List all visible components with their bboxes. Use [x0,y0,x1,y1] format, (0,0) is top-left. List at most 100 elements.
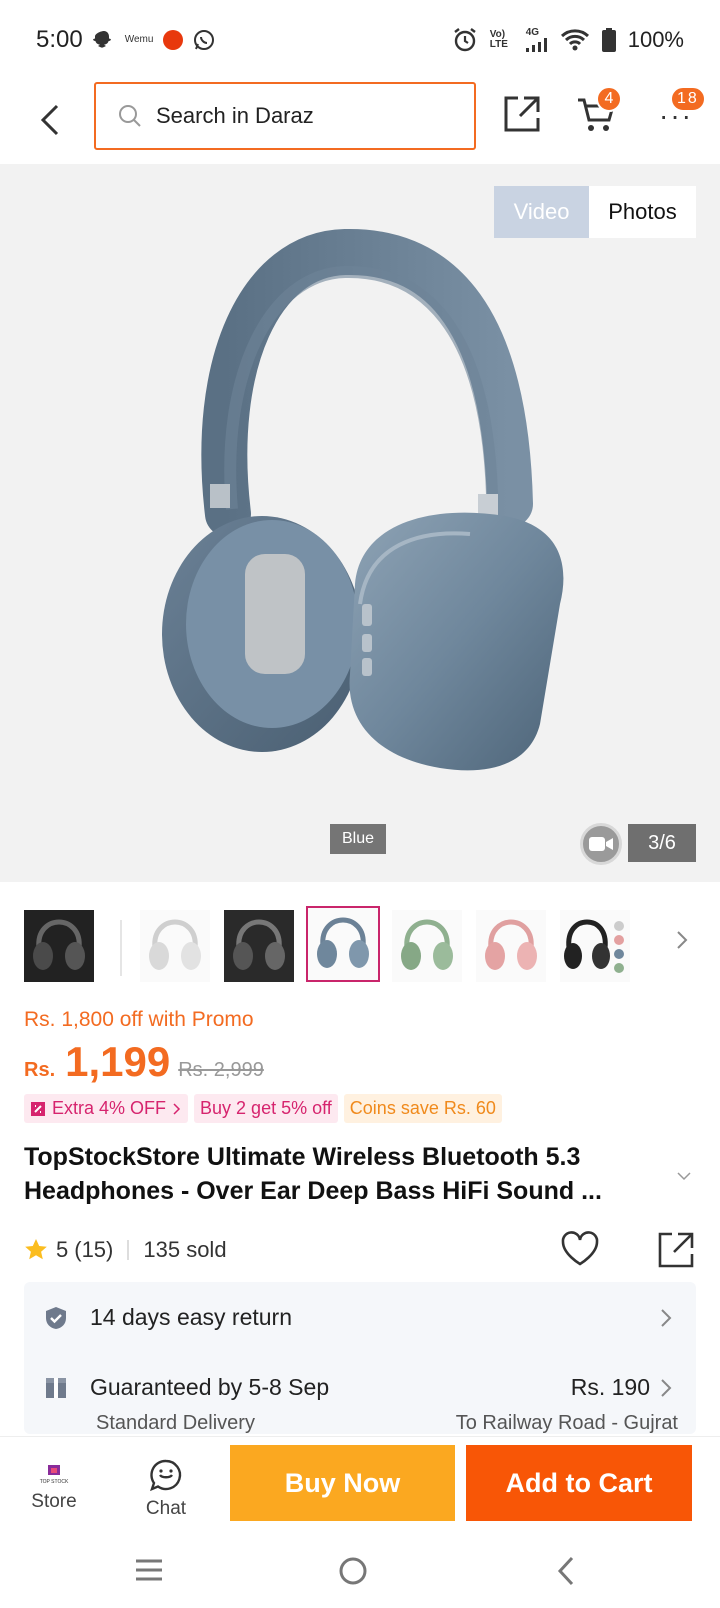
share-button[interactable] [502,94,546,138]
chat-label: Chat [145,1498,187,1519]
price-row: Rs. 1,199 Rs. 2,999 [24,1038,264,1086]
return-policy-row[interactable]: 14 days easy return [24,1304,696,1331]
home-circle-icon [339,1557,367,1585]
tab-photos[interactable]: Photos [589,186,696,238]
delivery-row[interactable]: Guaranteed by 5-8 Sep Rs. 190 [24,1374,696,1401]
delivery-box-icon [46,1377,66,1398]
chat-button[interactable]: Chat [126,1449,206,1529]
menu-icon [136,1559,162,1581]
message-count-badge: 18 [670,86,706,112]
volte-label: Vo) LTE [489,29,508,50]
thumbnails-next-button[interactable] [676,930,696,960]
app-header: Search in Daraz 4 ··· 18 [0,80,720,160]
original-price: Rs. 2,999 [178,1059,264,1081]
signal-icon: 4G [525,28,548,52]
store-button[interactable]: TOP STOCK Store [14,1449,94,1529]
delivery-destination: To Railway Road - Gujrat [455,1412,678,1434]
battery-level: 100% [627,27,684,52]
thumbnail[interactable] [224,910,294,982]
heart-icon [561,1231,599,1266]
color-variant-label: Blue [330,824,387,854]
voucher-icon [31,1101,45,1116]
headphones-thumb-blue [317,917,369,968]
return-label: 14 days easy return [90,1304,293,1330]
headphones-thumb-multi [564,919,624,973]
chip-label: Coins save Rs. 60 [349,1098,496,1118]
recent-apps-button[interactable] [134,1558,164,1587]
thumbnail-strip [0,904,720,988]
recording-icon [163,30,184,50]
bundle-offer-chip[interactable]: Buy 2 get 5% off [194,1094,338,1123]
chip-label: Buy 2 get 5% off [200,1098,332,1118]
chevron-right-icon [677,931,688,949]
share-icon [658,1232,694,1268]
status-bar: 5:00 Wemu Vo) LTE 4G 100% [0,0,720,80]
store-label: Store [31,1491,77,1512]
chevron-right-icon [661,1379,672,1397]
delivery-label: Guaranteed by 5-8 Sep [90,1374,330,1400]
headphones-thumb-silver [149,919,201,970]
thumbnail-divider [120,920,122,976]
shield-check-icon [46,1306,66,1329]
thumbnail-selected[interactable] [306,906,380,982]
battery-icon [601,28,616,52]
rating-value[interactable]: 5 [56,1237,68,1263]
share-icon [504,96,540,132]
wishlist-button[interactable] [560,1230,600,1274]
search-icon [119,105,141,127]
extra-discount-chip[interactable]: Extra 4% OFF [24,1094,189,1123]
chevron-down-icon [677,1172,691,1181]
cart-button[interactable]: 4 [576,86,626,138]
divider [127,1240,130,1260]
whatsapp-icon [194,30,215,50]
thumbnail[interactable] [476,910,546,982]
offer-chips: Extra 4% OFF Buy 2 get 5% off Coins save… [24,1094,502,1123]
store-logo: TOP STOCK [40,1465,68,1485]
snapchat-icon [92,31,111,48]
more-menu-button[interactable]: ··· 18 [656,86,706,138]
thumbnail[interactable] [24,910,94,982]
delivery-price: Rs. 190 [570,1374,650,1400]
back-arrow-icon [557,1556,574,1586]
star-icon [25,1239,47,1260]
promo-text: Rs. 1,800 off with Promo [24,1008,254,1031]
buy-now-button[interactable]: Buy Now [230,1445,455,1521]
price-value: 1,199 [65,1038,171,1085]
headphones-thumb-dark [33,919,85,970]
product-title: TopStockStore Ultimate Wireless Bluetoot… [24,1143,602,1205]
cart-count-badge: 4 [596,86,622,112]
search-placeholder: Search in Daraz [156,103,314,128]
home-button[interactable] [338,1556,368,1591]
expand-title-button[interactable] [676,1168,696,1182]
video-camera-icon [589,837,613,851]
headphones-thumb-pink [485,919,537,970]
share-product-button[interactable] [656,1230,696,1276]
thumbnail[interactable] [392,910,462,982]
rating-row: 5 (15) 135 sold [24,1230,696,1270]
wemu-icon: Wemu [124,34,154,45]
thumbnail[interactable] [140,910,210,982]
chevron-left-icon [40,104,59,136]
chevron-right-icon [661,1309,672,1327]
add-to-cart-button[interactable]: Add to Cart [466,1445,692,1521]
chat-icon [150,1459,182,1492]
search-input[interactable]: Search in Daraz [94,82,476,150]
back-button[interactable] [30,98,70,142]
product-image-gallery[interactable]: Video Photos Blue 3/6 [0,164,720,882]
chevron-right-icon [173,1102,181,1115]
review-count[interactable]: (15) [74,1237,113,1263]
sold-count: 135 sold [143,1237,227,1262]
status-time: 5:00 [36,26,83,53]
headphones-thumb-green [401,919,453,970]
tab-video[interactable]: Video [494,186,589,238]
system-back-button[interactable] [556,1556,576,1591]
chip-label: Extra 4% OFF [52,1098,167,1118]
service-info-panel: 14 days easy return Guaranteed by 5-8 Se… [24,1282,696,1434]
coins-chip[interactable]: Coins save Rs. 60 [343,1094,502,1123]
delivery-type: Standard Delivery [96,1412,255,1434]
bottom-action-bar: TOP STOCK Store Chat Buy Now Add to Cart [0,1436,720,1538]
play-video-button[interactable] [580,823,622,865]
thumbnail[interactable] [560,910,630,982]
product-image [162,228,564,771]
system-navigation-bar [0,1538,720,1608]
